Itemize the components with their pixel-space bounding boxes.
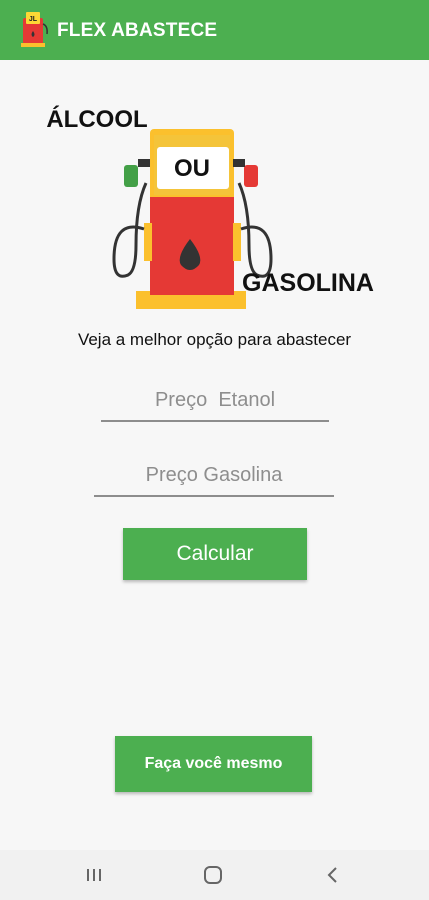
fuel-pump-logo: ÁLCOOL OU GASOLINA [46,105,374,309]
app-title: FLEX ABASTECE [57,20,218,41]
calcular-button[interactable]: Calcular [123,528,307,580]
logo-word-alcool: ÁLCOOL [46,105,147,133]
app-bar: JL FLEX ABASTECE [0,0,429,60]
etanol-price-input[interactable] [101,386,329,422]
subtitle-text: Veja a melhor opção para abastecer [77,330,352,349]
gas-pump-app-icon: JL [21,12,48,47]
gasolina-price-input[interactable] [94,461,334,497]
recent-apps-icon[interactable] [81,862,107,888]
back-icon[interactable] [320,862,346,888]
logo-word-gasolina: GASOLINA [242,269,374,297]
app-icon-badge: JL [29,16,38,23]
logo-word-ou: OU [174,155,210,182]
faca-voce-mesmo-button[interactable]: Faça você mesmo [115,736,312,792]
home-icon[interactable] [200,862,226,888]
system-nav-bar [0,850,429,900]
